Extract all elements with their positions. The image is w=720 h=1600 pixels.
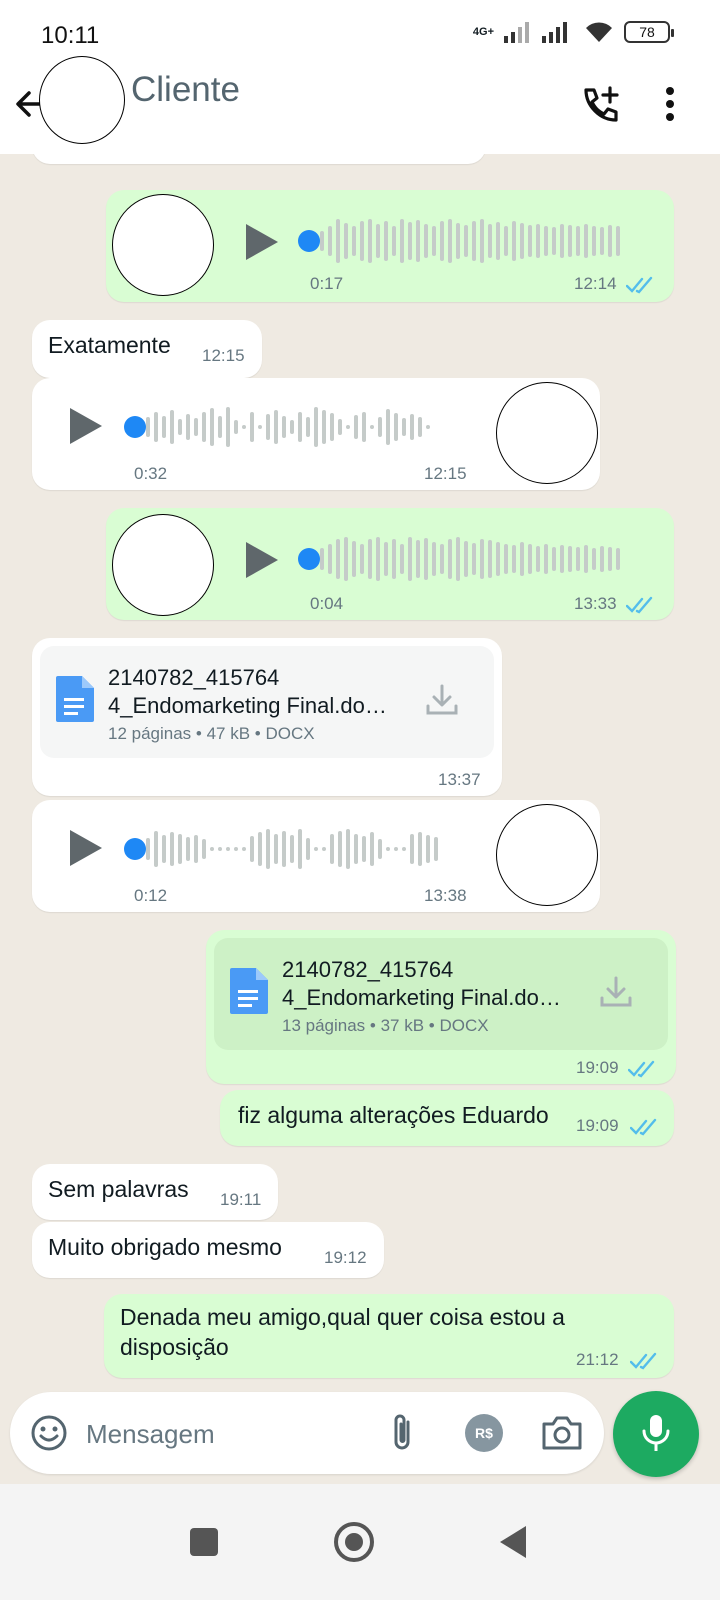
document-name: 2140782_415764 4_Endomarketing Final.do… (282, 956, 582, 1012)
message-time: 19:12 (324, 1248, 367, 1267)
play-icon[interactable] (244, 222, 280, 262)
voice-duration: 0:32 (134, 464, 168, 483)
read-ticks-icon (628, 1060, 655, 1078)
voice-message[interactable]: 0:04 13:33 (106, 508, 674, 620)
text-message[interactable]: Muito obrigado mesmo 19:12 (32, 1222, 384, 1278)
download-icon[interactable] (424, 682, 460, 718)
message-text: Muito obrigado mesmo (48, 1234, 282, 1260)
network-type-label: 4G+ (472, 26, 494, 38)
more-options-icon[interactable] (664, 86, 676, 122)
waveform[interactable] (320, 534, 624, 584)
message-time: 19:11 (220, 1190, 262, 1209)
battery-icon: 78 (624, 21, 674, 43)
voice-duration: 0:12 (134, 886, 168, 905)
text-message[interactable]: Exatamente 12:15 (32, 320, 262, 378)
message-text-line2: disposição (120, 1334, 229, 1360)
message-time: 19:09 (576, 1116, 619, 1135)
play-icon[interactable] (244, 540, 280, 580)
message-time: 13:33 (574, 594, 617, 613)
payment-icon[interactable]: R$ (465, 1414, 503, 1452)
recents-button[interactable] (190, 1528, 218, 1556)
read-ticks-icon (626, 276, 653, 294)
contact-name[interactable]: Cliente (131, 70, 240, 110)
message-time: 19:09 (576, 1058, 619, 1077)
message-text: fiz alguma alterações Eduardo (238, 1102, 549, 1128)
system-nav-bar (0, 1484, 720, 1600)
document-card[interactable]: 2140782_415764 4_Endomarketing Final.do…… (214, 938, 668, 1050)
document-file-icon (56, 676, 94, 722)
document-meta: 13 páginas • 37 kB • DOCX (282, 1016, 489, 1035)
home-button[interactable] (334, 1522, 374, 1562)
waveform[interactable] (320, 216, 624, 266)
playback-position-dot[interactable] (298, 548, 320, 570)
playback-position-dot[interactable] (298, 230, 320, 252)
waveform[interactable] (146, 824, 442, 874)
document-name-line1: 2140782_415764 (108, 665, 280, 690)
message-time: 13:37 (438, 770, 481, 789)
message-composer: R$ (10, 1392, 604, 1474)
message-text: Exatamente (48, 332, 171, 358)
voice-message[interactable]: 0:32 12:15 (32, 378, 600, 490)
voice-message[interactable]: 0:17 12:14 (106, 190, 674, 302)
message-time: 12:15 (424, 464, 467, 483)
document-meta: 12 páginas • 47 kB • DOCX (108, 724, 315, 743)
document-message[interactable]: 2140782_415764 4_Endomarketing Final.do…… (32, 638, 502, 796)
document-name-line1: 2140782_415764 (282, 957, 454, 982)
status-time: 10:11 (41, 22, 100, 49)
battery-level: 78 (639, 24, 655, 40)
text-message[interactable]: fiz alguma alterações Eduardo 19:09 (220, 1090, 674, 1146)
message-time: 12:15 (202, 346, 245, 365)
read-ticks-icon (630, 1352, 657, 1370)
voice-duration: 0:04 (310, 594, 344, 613)
playback-position-dot[interactable] (124, 416, 146, 438)
wifi-icon (586, 22, 612, 42)
status-bar: 10:11 4G+ 78 (0, 0, 720, 56)
voice-message[interactable]: 0:12 13:38 (32, 800, 600, 912)
message-time: 21:12 (576, 1350, 619, 1369)
document-name-line2: 4_Endomarketing Final.do… (282, 985, 561, 1010)
text-message[interactable]: Denada meu amigo,qual quer coisa estou a… (104, 1294, 674, 1378)
text-message[interactable]: Sem palavras 19:11 (32, 1164, 278, 1220)
chat-area[interactable]: 0:17 12:14 Exatamente 12:15 0:32 12:15 0… (0, 154, 720, 1480)
voice-sender-avatar (496, 382, 598, 484)
voice-duration: 0:17 (310, 274, 344, 293)
voice-sender-avatar (496, 804, 598, 906)
read-ticks-icon (626, 596, 653, 614)
attach-icon[interactable] (386, 1412, 420, 1454)
chat-header: Cliente (0, 56, 720, 154)
document-message[interactable]: 2140782_415764 4_Endomarketing Final.do…… (206, 930, 676, 1084)
message-text: Sem palavras (48, 1176, 189, 1202)
emoji-icon[interactable] (30, 1414, 68, 1452)
message-text-line1: Denada meu amigo,qual quer coisa estou a (120, 1304, 565, 1330)
signal-icon-2 (542, 22, 567, 43)
document-name-line2: 4_Endomarketing Final.do… (108, 693, 387, 718)
voice-sender-avatar (112, 194, 214, 296)
voice-record-button[interactable] (613, 1391, 699, 1477)
camera-icon[interactable] (540, 1412, 584, 1454)
playback-position-dot[interactable] (124, 838, 146, 860)
signal-icon (504, 22, 529, 43)
contact-avatar[interactable] (39, 56, 125, 144)
document-name: 2140782_415764 4_Endomarketing Final.do… (108, 664, 408, 720)
message-text: Denada meu amigo,qual quer coisa estou a… (120, 1302, 565, 1362)
document-card[interactable]: 2140782_415764 4_Endomarketing Final.do…… (40, 646, 494, 758)
read-ticks-icon (630, 1118, 657, 1136)
microphone-icon (642, 1415, 670, 1451)
system-back-button[interactable] (500, 1526, 526, 1558)
download-icon[interactable] (598, 974, 634, 1010)
message-time: 13:38 (424, 886, 467, 905)
play-icon[interactable] (68, 828, 104, 868)
partial-message[interactable] (32, 154, 486, 164)
status-icons: 4G+ 78 (472, 20, 674, 44)
message-input[interactable] (86, 1414, 366, 1454)
waveform[interactable] (146, 402, 434, 452)
voice-sender-avatar (112, 514, 214, 616)
message-time: 12:14 (574, 274, 617, 293)
document-file-icon (230, 968, 268, 1014)
add-call-icon[interactable] (580, 84, 622, 126)
play-icon[interactable] (68, 406, 104, 446)
